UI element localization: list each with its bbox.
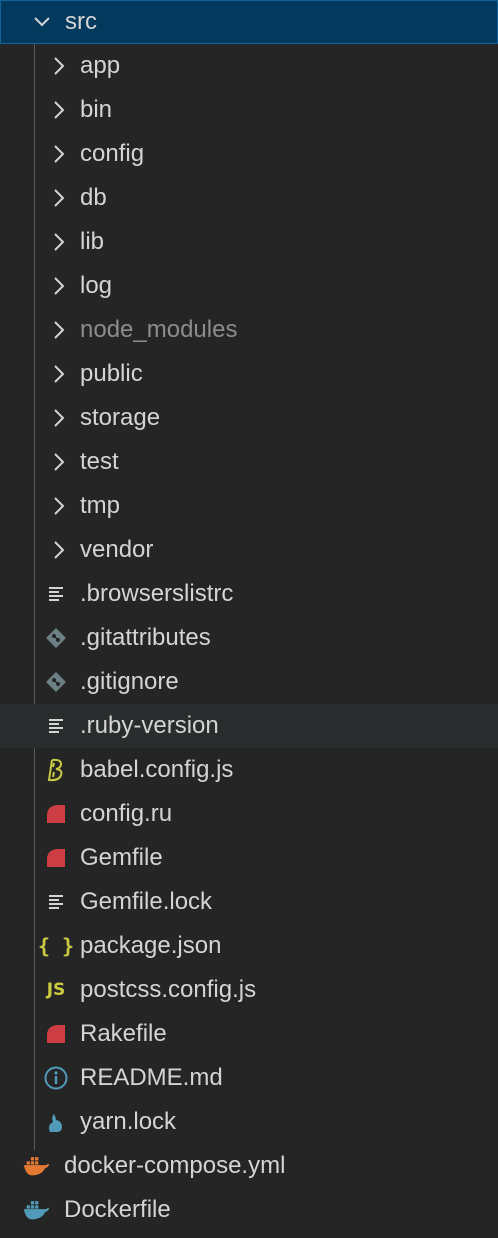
docker-icon — [22, 1196, 50, 1224]
file-gitattributes[interactable]: .gitattributes — [0, 616, 498, 660]
git-icon — [42, 668, 70, 696]
folder-storage[interactable]: storage — [0, 396, 498, 440]
chevron-right-icon — [48, 407, 70, 429]
file-label: Dockerfile — [64, 1196, 171, 1223]
text-file-icon — [42, 580, 70, 608]
folder-node-modules[interactable]: node_modules — [0, 308, 498, 352]
file-label: Gemfile — [80, 844, 163, 871]
chevron-right-icon — [48, 231, 70, 253]
file-label: README.md — [80, 1064, 223, 1091]
ruby-icon — [42, 1020, 70, 1048]
folder-app[interactable]: app — [0, 44, 498, 88]
file-explorer: src app bin config db lib log node_modul… — [0, 0, 498, 1238]
chevron-right-icon — [48, 319, 70, 341]
file-package-json[interactable]: { } package.json — [0, 924, 498, 968]
folder-lib[interactable]: lib — [0, 220, 498, 264]
file-docker-compose[interactable]: docker-compose.yml — [0, 1144, 498, 1188]
folder-label: public — [80, 360, 143, 387]
file-label: .browserslistrc — [80, 580, 234, 607]
file-label: yarn.lock — [80, 1108, 177, 1135]
chevron-down-icon — [31, 11, 53, 33]
file-yarn-lock[interactable]: yarn.lock — [0, 1100, 498, 1144]
folder-label: node_modules — [80, 316, 238, 343]
javascript-icon: JS — [46, 980, 66, 1000]
file-label: postcss.config.js — [80, 976, 257, 1003]
folder-bin[interactable]: bin — [0, 88, 498, 132]
chevron-right-icon — [48, 539, 70, 561]
chevron-right-icon — [48, 451, 70, 473]
folder-label: app — [80, 52, 121, 79]
docker-icon — [22, 1152, 50, 1180]
chevron-right-icon — [48, 187, 70, 209]
folder-test[interactable]: test — [0, 440, 498, 484]
file-rakefile[interactable]: Rakefile — [0, 1012, 498, 1056]
ruby-icon — [42, 800, 70, 828]
folder-tmp[interactable]: tmp — [0, 484, 498, 528]
file-label: config.ru — [80, 800, 173, 827]
chevron-right-icon — [48, 55, 70, 77]
file-gemfile[interactable]: Gemfile — [0, 836, 498, 880]
file-label: .gitattributes — [80, 624, 211, 651]
git-icon — [42, 624, 70, 652]
json-icon: { } — [37, 934, 75, 958]
folder-label: lib — [80, 228, 105, 255]
folder-config[interactable]: config — [0, 132, 498, 176]
babel-icon — [42, 756, 70, 784]
file-label: babel.config.js — [80, 756, 234, 783]
chevron-right-icon — [48, 495, 70, 517]
file-browserslistrc[interactable]: .browserslistrc — [0, 572, 498, 616]
file-label: .gitignore — [80, 668, 179, 695]
folder-db[interactable]: db — [0, 176, 498, 220]
file-label: .ruby-version — [80, 712, 219, 739]
file-config-ru[interactable]: config.ru — [0, 792, 498, 836]
folder-public[interactable]: public — [0, 352, 498, 396]
folder-label: tmp — [80, 492, 121, 519]
file-gitignore[interactable]: .gitignore — [0, 660, 498, 704]
file-label: docker-compose.yml — [64, 1152, 286, 1179]
folder-label: config — [80, 140, 145, 167]
file-readme[interactable]: README.md — [0, 1056, 498, 1100]
folder-label: bin — [80, 96, 113, 123]
file-dockerfile[interactable]: Dockerfile — [0, 1188, 498, 1232]
chevron-right-icon — [48, 363, 70, 385]
folder-label: vendor — [80, 536, 154, 563]
chevron-right-icon — [48, 99, 70, 121]
folder-label: log — [80, 272, 113, 299]
yarn-icon — [42, 1108, 70, 1136]
ruby-icon — [42, 844, 70, 872]
file-ruby-version[interactable]: .ruby-version — [0, 704, 498, 748]
folder-vendor[interactable]: vendor — [0, 528, 498, 572]
folder-src[interactable]: src — [0, 0, 498, 44]
chevron-right-icon — [48, 143, 70, 165]
folder-label: storage — [80, 404, 161, 431]
file-gemfile-lock[interactable]: Gemfile.lock — [0, 880, 498, 924]
file-label: Gemfile.lock — [80, 888, 213, 915]
chevron-right-icon — [48, 275, 70, 297]
file-postcss-config[interactable]: JS postcss.config.js — [0, 968, 498, 1012]
file-label: package.json — [80, 932, 222, 959]
folder-log[interactable]: log — [0, 264, 498, 308]
folder-label: db — [80, 184, 107, 211]
text-file-icon — [42, 712, 70, 740]
file-label: Rakefile — [80, 1020, 167, 1047]
file-babel-config[interactable]: babel.config.js — [0, 748, 498, 792]
folder-label: test — [80, 448, 119, 475]
folder-label: src — [65, 8, 97, 35]
text-file-icon — [42, 888, 70, 916]
info-icon — [42, 1064, 70, 1092]
